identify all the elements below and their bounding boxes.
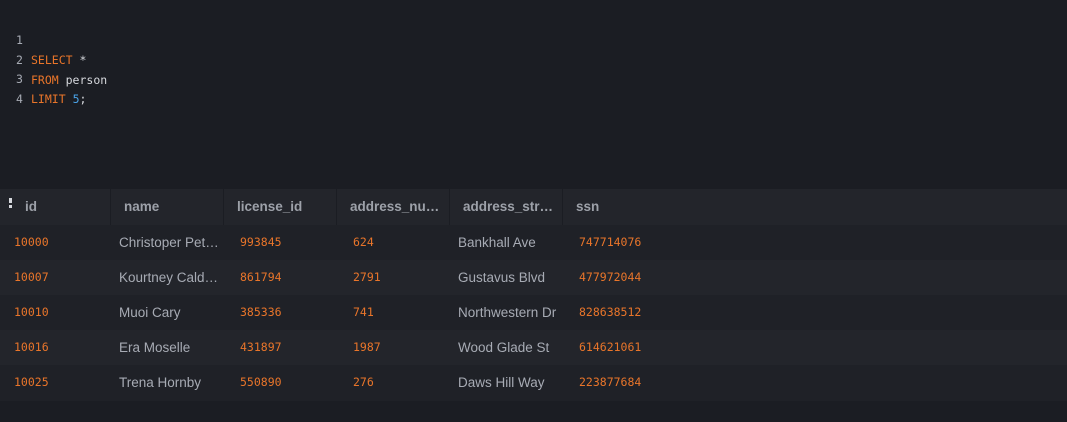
- column-header-address-street[interactable]: address_str…: [463, 189, 559, 225]
- column-header-ssn[interactable]: ssn: [576, 189, 672, 225]
- table-row: 10010 Muoi Cary 385336 741 Northwestern …: [0, 295, 1067, 330]
- sql-keyword: FROM: [31, 73, 59, 87]
- column-header-label: address_str…: [463, 199, 554, 214]
- cell-ssn[interactable]: 223877684: [579, 365, 679, 400]
- code-line-1: 1 SELECT *: [0, 10, 86, 67]
- sql-number-literal: 5: [72, 92, 80, 106]
- cell-address-street[interactable]: Bankhall Ave: [458, 225, 568, 260]
- cell-id[interactable]: 10000: [14, 225, 104, 260]
- table-row: 10025 Trena Hornby 550890 276 Daws Hill …: [0, 365, 1067, 400]
- cell-license-id[interactable]: 993845: [240, 225, 330, 260]
- cell-license-id[interactable]: 431897: [240, 330, 330, 365]
- cell-license-id[interactable]: 861794: [240, 260, 330, 295]
- sql-text: person: [58, 73, 108, 87]
- cell-id[interactable]: 10016: [14, 330, 104, 365]
- cell-license-id[interactable]: 550890: [240, 365, 330, 400]
- column-resize-handle[interactable]: [336, 189, 337, 225]
- column-header-label: ssn: [576, 199, 600, 214]
- sql-text: ;: [79, 92, 87, 106]
- cell-name[interactable]: Trena Hornby: [119, 365, 219, 400]
- cell-address-number[interactable]: 1987: [353, 330, 443, 365]
- code-line-4: 4: [0, 69, 28, 106]
- cell-ssn[interactable]: 477972044: [579, 260, 679, 295]
- cell-address-number[interactable]: 2791: [353, 260, 443, 295]
- panel-footer: [0, 401, 1067, 422]
- column-header-address-number[interactable]: address_nu…: [350, 189, 446, 225]
- cell-ssn[interactable]: 747714076: [579, 225, 679, 260]
- cell-address-number[interactable]: 741: [353, 295, 443, 330]
- sql-text: *: [72, 53, 87, 67]
- cell-id[interactable]: 10007: [14, 260, 104, 295]
- cell-name[interactable]: Kourtney Cald…: [119, 260, 219, 295]
- cell-address-street[interactable]: Gustavus Blvd: [458, 260, 568, 295]
- results-grid: id name license_id address_nu… address_s…: [0, 189, 1067, 401]
- column-resize-handle[interactable]: [562, 189, 563, 225]
- column-resize-handle[interactable]: [449, 189, 450, 225]
- cell-ssn[interactable]: 828638512: [579, 295, 679, 330]
- column-resize-handle[interactable]: [110, 189, 111, 225]
- grid-header: id name license_id address_nu… address_s…: [0, 189, 1067, 225]
- column-header-id[interactable]: id: [25, 189, 107, 225]
- cell-address-street[interactable]: Northwestern Dr: [458, 295, 568, 330]
- cell-name[interactable]: Era Moselle: [119, 330, 219, 365]
- code-line-2: 2 FROM person: [0, 30, 107, 87]
- column-header-label: license_id: [237, 199, 303, 214]
- table-row: 10016 Era Moselle 431897 1987 Wood Glade…: [0, 330, 1067, 365]
- sql-keyword: LIMIT: [31, 92, 66, 106]
- table-row: 10000 Christoper Pet… 993845 624 Bankhal…: [0, 225, 1067, 260]
- cell-address-number[interactable]: 276: [353, 365, 443, 400]
- cell-ssn[interactable]: 614621061: [579, 330, 679, 365]
- cell-name[interactable]: Muoi Cary: [119, 295, 219, 330]
- table-row: 10007 Kourtney Cald… 861794 2791 Gustavu…: [0, 260, 1067, 295]
- cell-address-number[interactable]: 624: [353, 225, 443, 260]
- vertical-more-icon[interactable]: [9, 198, 12, 209]
- cell-address-street[interactable]: Daws Hill Way: [458, 365, 568, 400]
- column-resize-handle[interactable]: [223, 189, 224, 225]
- column-header-license-id[interactable]: license_id: [237, 189, 333, 225]
- code-line-3: 3 LIMIT 5;: [0, 49, 86, 106]
- sql-editor[interactable]: 1 SELECT * 2 FROM person 3 LIMIT 5; 4: [0, 0, 1067, 175]
- line-number: 4: [16, 92, 23, 106]
- column-header-name[interactable]: name: [124, 189, 220, 225]
- cell-id[interactable]: 10025: [14, 365, 104, 400]
- cell-license-id[interactable]: 385336: [240, 295, 330, 330]
- cell-name[interactable]: Christoper Pet…: [119, 225, 219, 260]
- column-header-label: id: [25, 199, 37, 214]
- sql-keyword: SELECT: [31, 53, 73, 67]
- cell-address-street[interactable]: Wood Glade St: [458, 330, 568, 365]
- column-header-label: name: [124, 199, 160, 214]
- cell-id[interactable]: 10010: [14, 295, 104, 330]
- column-header-label: address_nu…: [350, 199, 440, 214]
